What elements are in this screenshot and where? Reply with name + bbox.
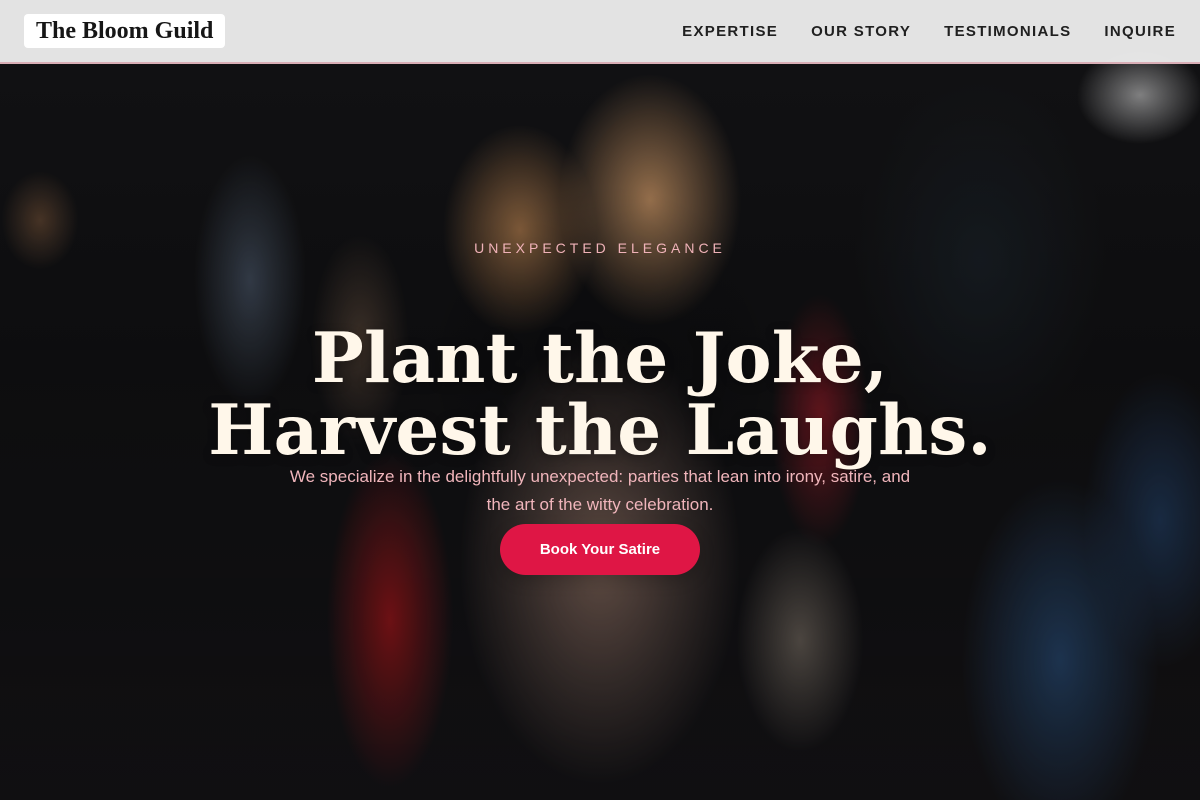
brand-logo[interactable]: The Bloom Guild [24,14,226,48]
nav-link-our-story[interactable]: OUR STORY [811,23,911,40]
page: The Bloom Guild EXPERTISE OUR STORY TEST… [0,0,1200,800]
book-your-satire-button[interactable]: Book Your Satire [500,524,700,575]
nav-link-testimonials[interactable]: TESTIMONIALS [944,23,1071,40]
nav-link-inquire[interactable]: INQUIRE [1104,23,1176,40]
top-navbar: The Bloom Guild EXPERTISE OUR STORY TEST… [0,0,1200,64]
hero-overlay [0,0,1200,800]
nav-link-expertise[interactable]: EXPERTISE [682,23,778,40]
nav-menu: EXPERTISE OUR STORY TESTIMONIALS INQUIRE [682,23,1176,40]
brand-name: The Bloom Guild [36,17,214,44]
